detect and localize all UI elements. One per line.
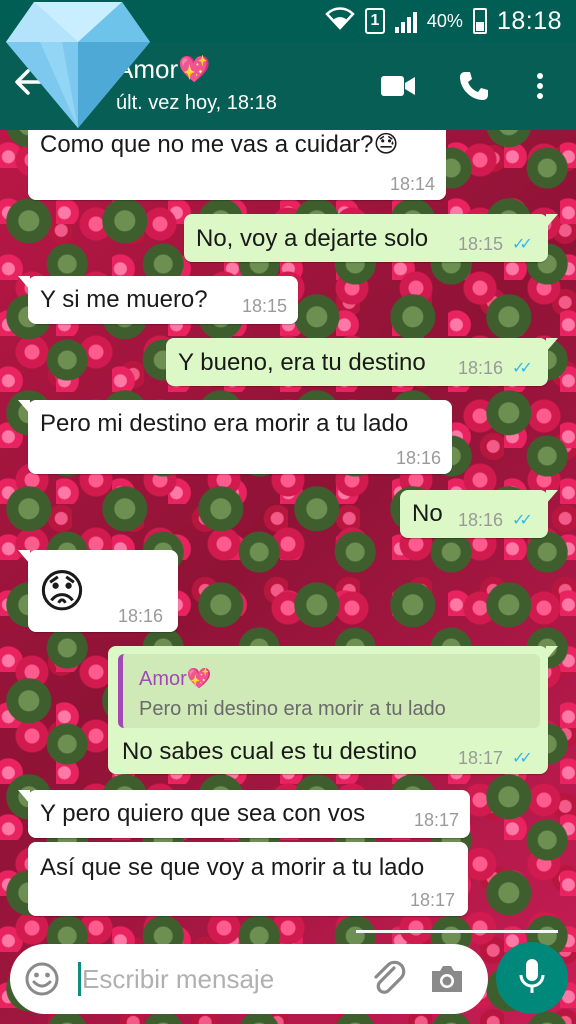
message-bubble-in[interactable]: Y pero quiero que sea con vos 18:17 [18,790,470,838]
message-bubble-out[interactable]: No 18:16 ✓✓ [400,490,558,538]
message-time: 18:15 [242,296,288,316]
read-ticks-icon: ✓✓ [512,750,533,767]
message-text: No [412,500,443,527]
message-bubble-in[interactable]: Así que se que voy a morir a tu lado 18:… [28,842,468,916]
signal-icon [394,9,417,33]
battery-percent: 40% [426,10,463,31]
message-emoji: 😟 [38,565,86,617]
read-ticks-icon: ✓✓ [512,512,533,529]
message-input[interactable] [82,958,362,1000]
message-bubble-in[interactable]: 😟 18:16 [18,550,178,632]
mic-icon [517,957,547,1000]
status-time: 18:18 [496,6,562,35]
message-time: 18:17 [410,890,456,910]
message-text: Pero mi destino era morir a tu lado [40,410,409,437]
read-ticks-icon: ✓✓ [512,360,533,377]
message-text: No, voy a dejarte solo [196,225,429,252]
message-text: No sabes cual es tu destino [122,738,417,765]
diamond-icon [0,0,160,130]
message-text: Y bueno, era tu destino [178,349,426,376]
quoted-message[interactable]: Amor💖 Pero mi destino era morir a tu lad… [118,654,540,728]
camera-icon[interactable] [428,960,466,998]
sim-icon: 1 [364,8,385,34]
message-text: Así que se que voy a morir a tu lado [40,854,425,881]
wifi-icon [325,6,355,36]
message-bubble-in[interactable]: Pero mi destino era morir a tu lado 18:1… [18,400,452,474]
message-bubble-in[interactable]: Y si me muero? 18:15 [18,276,298,324]
quoted-author: Amor💖 [139,668,212,690]
message-bubble-out[interactable]: No, voy a dejarte solo 18:15 ✓✓ [184,214,558,262]
message-bubble-out[interactable]: Y bueno, era tu destino 18:16 ✓✓ [166,338,558,386]
mic-button[interactable] [496,942,568,1014]
text-cursor [78,962,81,996]
attach-icon[interactable] [370,960,408,998]
message-composer [10,944,488,1014]
message-time: 18:16 [396,448,442,468]
message-time: 18:14 [390,174,436,194]
video-call-icon[interactable] [378,68,418,104]
battery-icon [472,8,487,34]
message-text: Y pero quiero que sea con vos [40,800,366,827]
message-time: 18:17 [414,810,460,830]
message-time: 18:16 [458,510,504,530]
scroll-indicator [356,930,558,933]
more-vert-icon[interactable] [522,68,558,104]
emoji-icon[interactable] [24,961,60,997]
message-text: Y si me muero? [40,286,208,313]
message-bubble-out-reply[interactable]: Amor💖 Pero mi destino era morir a tu lad… [108,646,558,774]
quoted-text: Pero mi destino era morir a tu lado [139,698,446,720]
message-time: 18:17 [458,748,504,768]
phone-icon[interactable] [454,68,494,104]
read-ticks-icon: ✓✓ [512,236,533,253]
message-time: 18:16 [118,606,164,626]
message-time: 18:16 [458,358,504,378]
message-text: Como que no me vas a cuidar?😓 [40,131,399,158]
message-time: 18:15 [458,234,504,254]
